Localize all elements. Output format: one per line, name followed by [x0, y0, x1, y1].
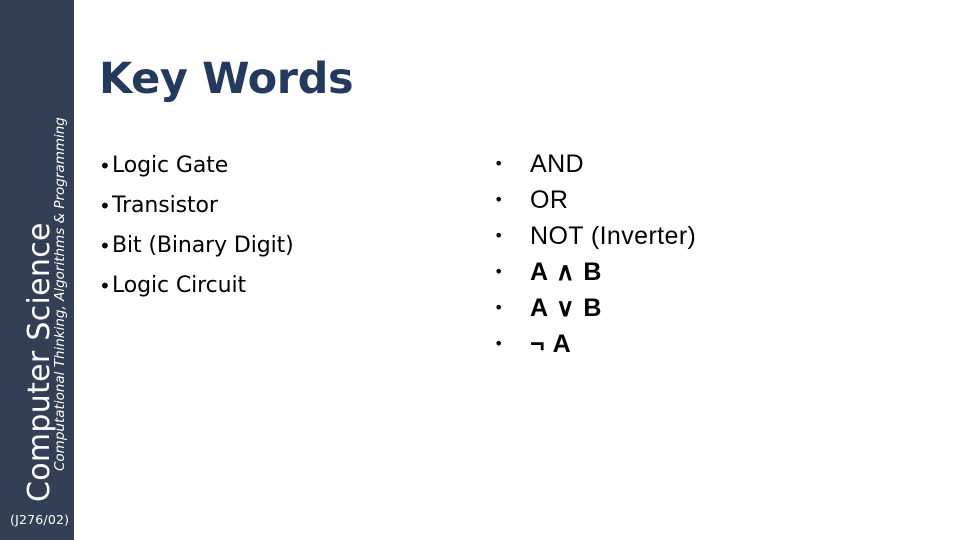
list-item-label: OR — [530, 186, 569, 214]
bullet-icon: • — [494, 298, 504, 317]
keywords-list-left: • Logic Gate • Transistor • Bit (Binary … — [99, 146, 459, 306]
keywords-list-right: • AND • OR • NOT (Inverter) • A ∧ B • A … — [494, 146, 894, 362]
brand-subtitle: Computational Thinking, Algorithms & Pro… — [52, 117, 68, 471]
list-item-label: NOT (Inverter) — [530, 222, 697, 250]
bullet-icon: • — [99, 154, 111, 178]
bullet-icon: • — [494, 154, 504, 173]
list-item-label: A ∨ B — [530, 294, 603, 322]
slide-canvas: Computer Science Computational Thinking,… — [0, 0, 960, 540]
list-item: • A ∧ B — [494, 254, 894, 290]
bullet-icon: • — [99, 274, 111, 298]
bullet-icon: • — [494, 334, 504, 353]
bullet-icon: • — [494, 190, 504, 209]
list-item: • OR — [494, 182, 894, 218]
list-item-label: AND — [530, 150, 584, 178]
list-item-label: ¬ A — [530, 330, 572, 358]
list-item: • NOT (Inverter) — [494, 218, 894, 254]
list-item: • AND — [494, 146, 894, 182]
list-item-label: Bit (Binary Digit) — [112, 233, 294, 258]
list-item: • Logic Gate — [99, 146, 459, 186]
list-item: • Logic Circuit — [99, 266, 459, 306]
list-item: • Bit (Binary Digit) — [99, 226, 459, 266]
brand-sidebar: Computer Science Computational Thinking,… — [0, 0, 74, 540]
list-item: • ¬ A — [494, 326, 894, 362]
page-title: Key Words — [99, 54, 354, 104]
bullet-icon: • — [494, 226, 504, 245]
list-item-label: Logic Circuit — [112, 273, 247, 298]
list-item: • A ∨ B — [494, 290, 894, 326]
list-item-label: Logic Gate — [112, 153, 229, 178]
specification-code: (J276/02) — [10, 512, 70, 527]
list-item-label: Transistor — [112, 193, 218, 218]
list-item-label: A ∧ B — [530, 258, 603, 286]
bullet-icon: • — [99, 234, 111, 258]
bullet-icon: • — [494, 262, 504, 281]
list-item: • Transistor — [99, 186, 459, 226]
bullet-icon: • — [99, 194, 111, 218]
